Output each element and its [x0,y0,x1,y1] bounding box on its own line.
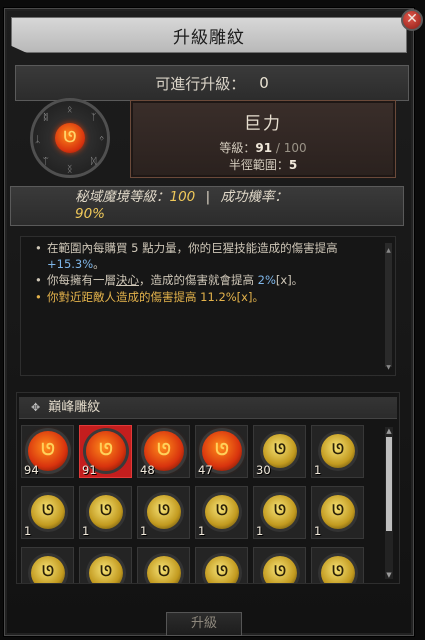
gold-glyph-icon: ᘎ [147,556,181,583]
gold-glyph-icon: ᘎ [205,556,239,583]
gold-glyph-icon: ᘎ [89,556,123,583]
glyph-slot-level: 1 [198,524,206,538]
gold-glyph-icon: ᘎ [321,434,355,468]
gold-glyph-icon: ᘎ [31,556,65,583]
gold-glyph-icon: ᘎ [31,495,65,529]
glyph-rune-icon: ᘎ [55,123,85,153]
glyph-slot-level: 1 [314,463,322,477]
gold-glyph-icon: ᘎ [263,495,297,529]
glyph-slot-level: 1 [256,524,264,538]
glyph-slot-level: 1 [82,524,90,538]
scroll-thumb[interactable] [386,437,392,531]
glyph-slot[interactable]: ᘎ1 [79,486,132,539]
paragon-glyph-header: ✥ 巔峰雕紋 [19,397,397,419]
glyph-slot[interactable]: ᘎ [137,547,190,583]
diamond-icon: ✥ [31,401,41,414]
scroll-up-icon[interactable]: ▲ [385,427,393,435]
resolve-keyword-link[interactable]: 決心 [116,273,139,287]
glyph-radius: 半徑範圍：5 [131,157,395,174]
description-scrollbar[interactable]: ▲ ▼ [385,243,392,371]
upgrade-button[interactable]: 升級 [166,612,242,636]
glyph-slot[interactable]: ᘎ1 [137,486,190,539]
glyph-slot-level: 94 [24,463,39,477]
description-line: 你每擁有一層決心，造成的傷害就會提高 2%[x]。 [35,273,379,289]
gold-glyph-icon: ᘎ [321,495,355,529]
gold-glyph-icon: ᘎ [263,556,297,583]
glyph-slot-level: 1 [140,524,148,538]
description-line-bonus: 你對近距敵人造成的傷害提高 11.2%[x]。 [35,290,379,306]
glyph-slot-level: 30 [256,463,271,477]
window-title: 升級雕紋 [173,27,245,48]
gold-glyph-icon: ᘎ [147,495,181,529]
glyph-slot-level: 1 [24,524,32,538]
glyph-slot[interactable]: ᘎ1 [253,486,306,539]
glyph-slot-level: 48 [140,463,155,477]
dungeon-level-label: 秘域魔境等級： [75,189,170,205]
glyph-slot[interactable]: ᘎ [195,547,248,583]
glyph-level-max: / 100 [272,141,307,155]
gold-glyph-icon: ᘎ [205,495,239,529]
glyph-slot[interactable]: ᘎ1 [21,486,74,539]
glyph-level: 等級：91 / 100 [131,140,395,157]
glyph-slot[interactable]: ᘎ [253,547,306,583]
scroll-up-icon[interactable]: ▲ [385,243,392,254]
glyph-slot[interactable]: ᘎ [21,547,74,583]
description-line: 在範圍內每購買 5 點力量，你的巨猩技能造成的傷害提高 +15.3%。 [35,241,379,272]
success-rate-label: 成功機率： [220,189,288,205]
glyph-slot[interactable]: ᘎ [79,547,132,583]
scroll-down-icon[interactable]: ▼ [385,571,393,579]
success-rate-value: 90% [75,206,106,222]
glyph-radius-label: 半徑範圍： [228,158,289,172]
glyph-emblem: ᛟ ᛉ ᛜ ᛞ ᛝ ᛠ ᛣ ᛥ ᘎ [30,98,110,178]
window-titlebar: 升級雕紋 [11,17,407,53]
glyph-info-panel: 巨力 等級：91 / 100 半徑範圍：5 [130,100,396,178]
dungeon-separator: | [205,189,211,205]
available-upgrades-label: 可進行升級： [155,74,246,93]
paragon-glyph-panel: ✥ 巔峰雕紋 ᘎ 94 ᘎ 91 ᘎ 48 ᘎ 47 ᘎ 30 ᘎ 1 ᘎ 1 ᘎ 1 ᘎ 1 ᘎ 1 ᘎ 1 ᘎ 1 ᘎ ᘎ ᘎ ᘎ ᘎ… [16,392,400,584]
glyph-slot-level: 91 [82,463,97,477]
glyph-description: 在範圍內每購買 5 點力量，你的巨猩技能造成的傷害提高 +15.3%。 你每擁有… [20,236,396,376]
glyph-slot[interactable]: ᘎ 30 [253,425,306,478]
glyph-name: 巨力 [244,114,282,134]
glyph-level-value: 91 [255,141,273,155]
paragon-glyph-title: 巔峰雕紋 [48,400,101,415]
glyph-grid-scrollbar[interactable]: ▲ ▼ [385,427,393,579]
dungeon-level-bar: 秘域魔境等級：100 | 成功機率： 90% [10,186,404,226]
glyph-slot-level: 47 [198,463,213,477]
glyph-level-label: 等級： [219,141,256,155]
glyph-slot[interactable]: ᘎ 94 [21,425,74,478]
glyph-slot[interactable]: ᘎ1 [195,486,248,539]
gold-glyph-icon: ᘎ [89,495,123,529]
glyph-slot[interactable]: ᘎ 47 [195,425,248,478]
glyph-slot[interactable]: ᘎ [311,547,364,583]
close-icon[interactable]: ✕ [401,9,423,31]
gold-glyph-icon: ᘎ [321,556,355,583]
available-upgrades-bar: 可進行升級： 0 [15,65,409,101]
scroll-down-icon[interactable]: ▼ [385,360,392,371]
dungeon-level-value: 100 [169,189,196,205]
glyph-radius-value: 5 [288,158,298,172]
glyph-slot[interactable]: ᘎ1 [311,425,364,478]
glyph-slot[interactable]: ᘎ 91 [79,425,132,478]
glyph-slot[interactable]: ᘎ 48 [137,425,190,478]
glyph-grid: ᘎ 94 ᘎ 91 ᘎ 48 ᘎ 47 ᘎ 30 ᘎ 1 ᘎ 1 ᘎ 1 ᘎ 1 ᘎ 1 ᘎ 1 ᘎ 1 ᘎ ᘎ ᘎ ᘎ ᘎ ᘎ [21,425,377,583]
available-upgrades-value: 0 [259,74,269,92]
glyph-slot-level: 1 [314,524,322,538]
glyph-slot[interactable]: ᘎ1 [311,486,364,539]
